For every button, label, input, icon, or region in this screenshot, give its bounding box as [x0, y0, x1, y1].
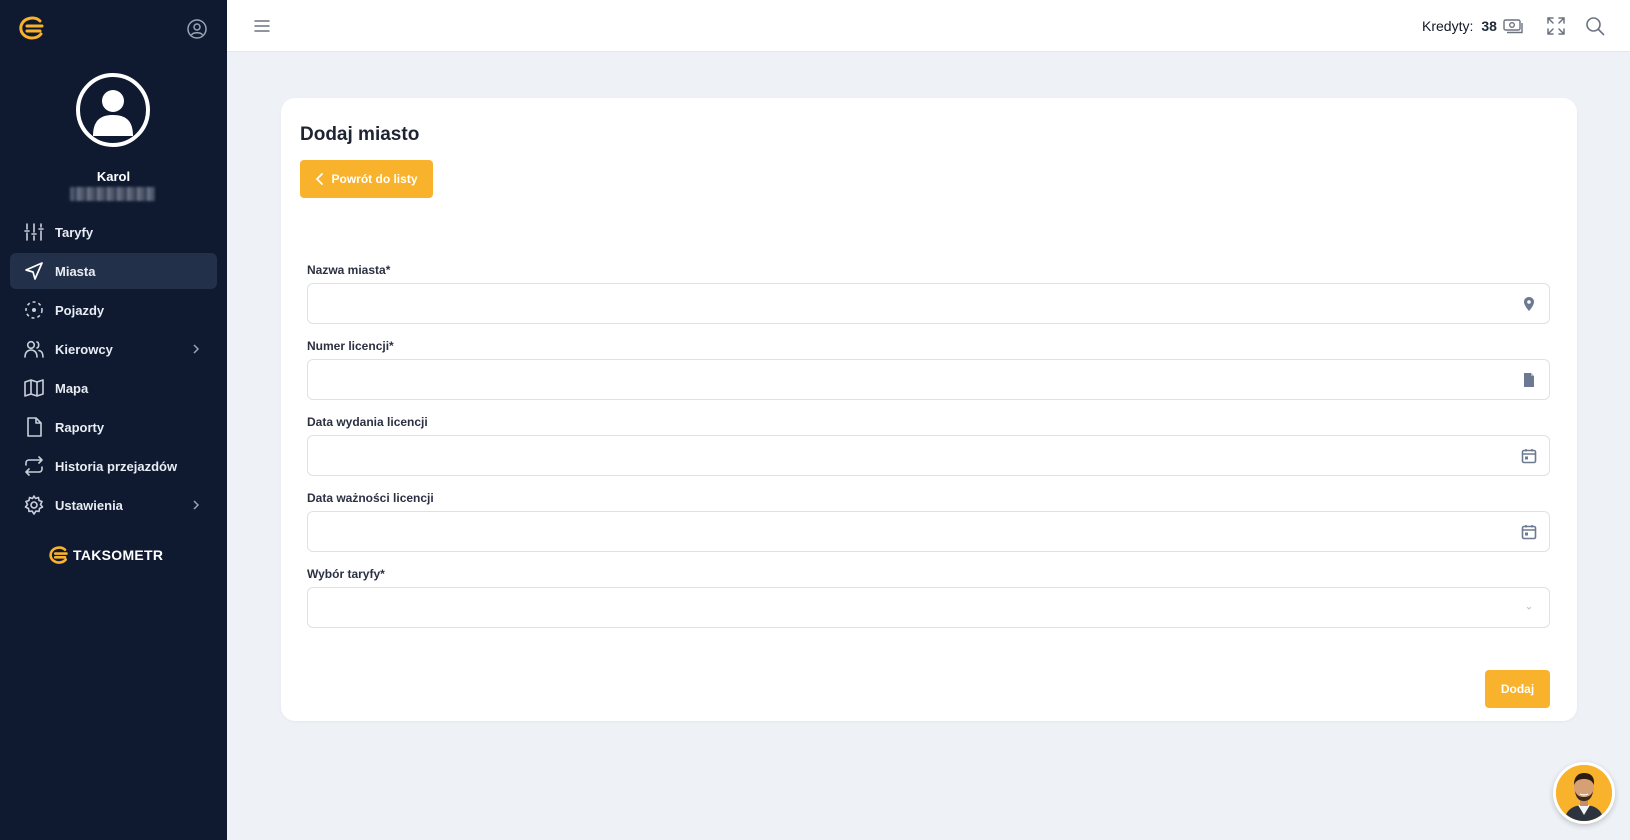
credits-label: Kredyty:: [1422, 18, 1474, 34]
map-icon: [24, 378, 44, 398]
avatar: [76, 73, 150, 147]
dashed-circle-icon: [24, 300, 44, 320]
license-issue-date-input[interactable]: [308, 436, 1549, 475]
sidebar-item-label: Ustawienia: [55, 497, 123, 513]
back-to-list-button[interactable]: Powrót do listy: [300, 160, 433, 198]
chat-assistant-avatar[interactable]: [1553, 762, 1615, 824]
sidebar-nav: Taryfy Miasta Pojazdy Kierowcy Mapa Rapo…: [10, 214, 217, 526]
topbar: Kredyty: 38: [227, 0, 1630, 52]
person-icon: [93, 90, 133, 136]
sidebar-item-miasta[interactable]: Miasta: [10, 253, 217, 289]
license-number-label: Numer licencji*: [307, 339, 394, 353]
credits-display: Kredyty: 38: [1422, 17, 1523, 35]
license-expiry-date-field[interactable]: [307, 511, 1550, 552]
sidebar-item-label: Mapa: [55, 380, 89, 396]
user-name: Karol: [96, 169, 131, 184]
user-profile-icon[interactable]: [186, 18, 208, 40]
sidebar-item-label: Pojazdy: [55, 302, 105, 318]
sidebar-item-ustawienia[interactable]: Ustawienia: [10, 487, 217, 523]
city-name-input[interactable]: [308, 284, 1549, 323]
sidebar-item-label: Taryfy: [55, 224, 94, 240]
credits-value: 38: [1481, 18, 1497, 34]
sidebar: Karol Taryfy Miasta Pojazdy Kierowcy Map…: [0, 0, 227, 840]
assistant-portrait-icon: [1556, 765, 1612, 821]
back-button-label: Powrót do listy: [331, 172, 418, 186]
sidebar-item-kierowcy[interactable]: Kierowcy: [10, 331, 217, 367]
fullscreen-icon[interactable]: [1546, 16, 1566, 36]
tariff-select-label: Wybór taryfy*: [307, 567, 385, 581]
sidebar-item-taryfy[interactable]: Taryfy: [10, 214, 217, 250]
city-name-label: Nazwa miasta*: [307, 263, 391, 277]
license-issue-date-field[interactable]: [307, 435, 1550, 476]
search-icon[interactable]: [1585, 16, 1605, 36]
chevron-right-icon: [193, 500, 200, 510]
sidebar-item-mapa[interactable]: Mapa: [10, 370, 217, 406]
add-submit-button[interactable]: Dodaj: [1485, 670, 1550, 708]
brand-name: TAKSOMETR: [73, 547, 164, 563]
sliders-icon: [24, 222, 44, 242]
app-logo-icon[interactable]: [18, 16, 46, 40]
user-email-redacted: [70, 187, 155, 201]
navigation-arrow-icon: [24, 261, 44, 281]
sidebar-item-raporty[interactable]: Raporty: [10, 409, 217, 445]
sidebar-item-label: Raporty: [55, 419, 105, 435]
city-name-field[interactable]: [307, 283, 1550, 324]
tariff-select[interactable]: [308, 588, 1549, 627]
repeat-icon: [24, 456, 44, 476]
file-icon: [24, 417, 44, 437]
users-icon: [24, 339, 44, 359]
hamburger-menu-icon[interactable]: [253, 17, 271, 35]
gear-icon: [24, 495, 44, 515]
license-expiry-date-label: Data ważności licencji: [307, 491, 434, 505]
sidebar-item-label: Kierowcy: [55, 341, 113, 357]
license-number-field[interactable]: [307, 359, 1550, 400]
banknote-icon: [1503, 19, 1523, 34]
tariff-select-field[interactable]: [307, 587, 1550, 628]
chevron-left-icon: [316, 173, 324, 185]
sidebar-item-pojazdy[interactable]: Pojazdy: [10, 292, 217, 328]
brand-mark-icon: [49, 546, 68, 564]
license-issue-date-label: Data wydania licencji: [307, 415, 428, 429]
license-number-input[interactable]: [308, 360, 1549, 399]
license-expiry-date-input[interactable]: [308, 512, 1549, 551]
brand-logo: TAKSOMETR: [48, 546, 163, 564]
sidebar-item-label: Miasta: [55, 263, 96, 279]
page-title: Dodaj miasto: [300, 124, 420, 145]
sidebar-item-historia-przejazdow[interactable]: Historia przejazdów: [10, 448, 217, 484]
chevron-right-icon: [193, 344, 200, 354]
sidebar-item-label: Historia przejazdów: [55, 458, 178, 474]
add-city-card: Dodaj miasto Powrót do listy Nazwa miast…: [281, 98, 1577, 721]
